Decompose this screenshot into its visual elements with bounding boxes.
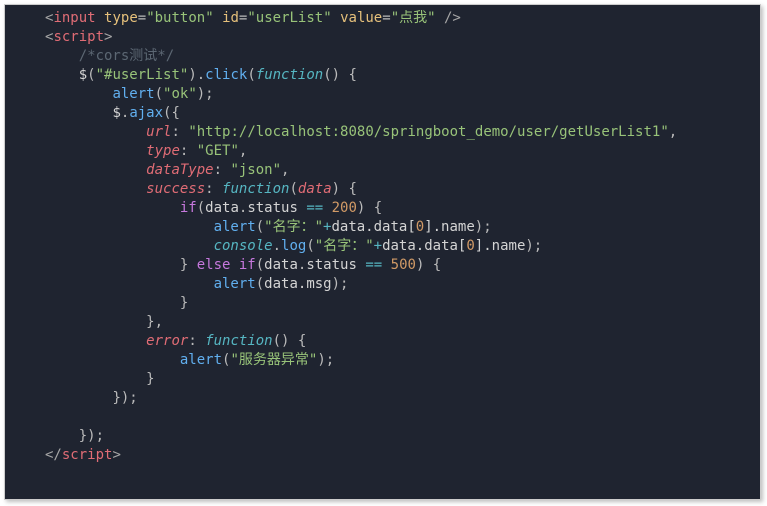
tag-input: input	[53, 10, 95, 26]
code-editor-frame: <input type="button" id="userList" value…	[4, 4, 761, 500]
code-block: <input type="button" id="userList" value…	[5, 5, 760, 473]
tag-script-close: script	[62, 447, 113, 463]
comment: /*cors测试*/	[79, 48, 174, 64]
tag-script-open: script	[53, 29, 104, 45]
